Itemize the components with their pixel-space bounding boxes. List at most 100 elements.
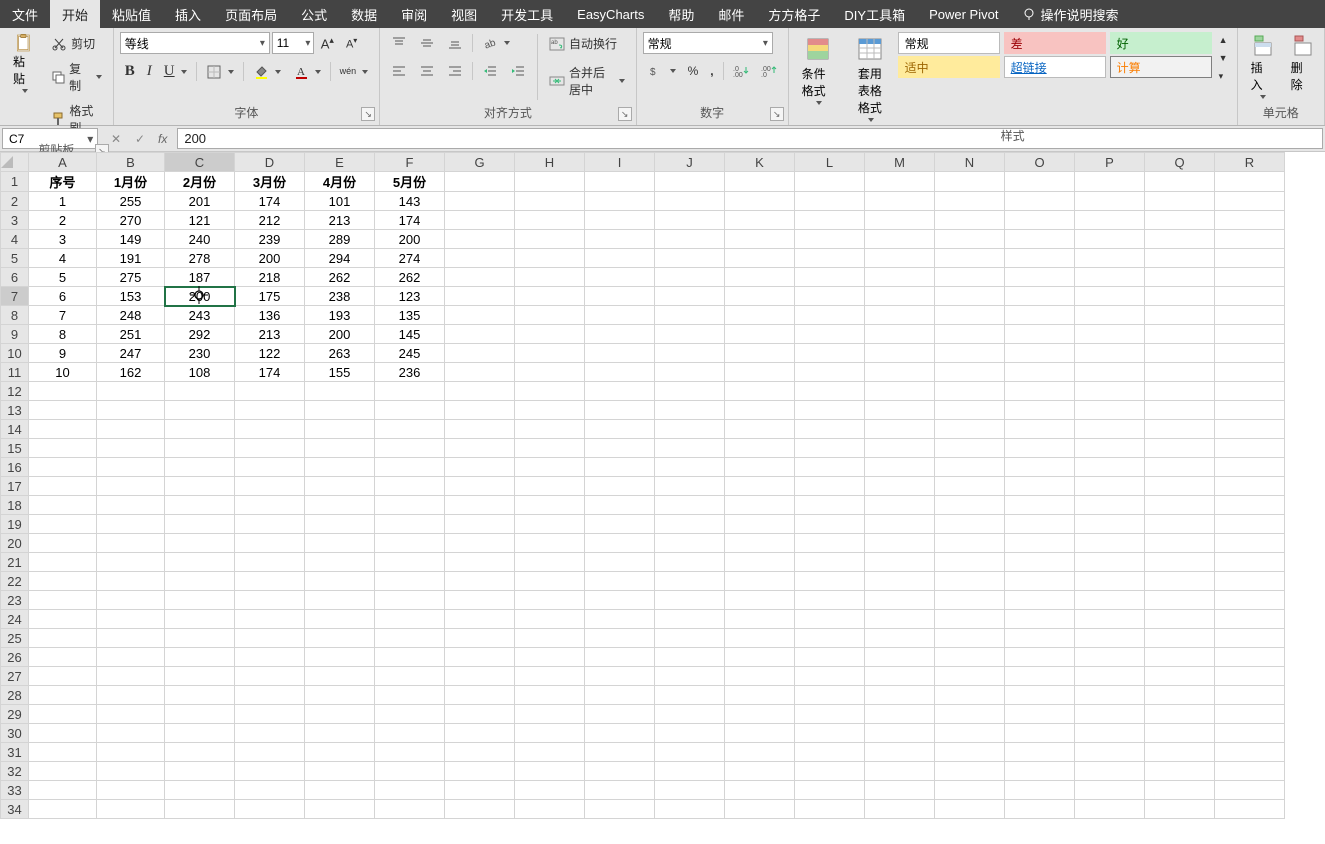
column-header-Q[interactable]: Q xyxy=(1145,153,1215,172)
cell-Q9[interactable] xyxy=(1145,325,1215,344)
row-header-11[interactable]: 11 xyxy=(1,363,29,382)
cell-E26[interactable] xyxy=(305,648,375,667)
font-name-input[interactable] xyxy=(121,36,256,50)
cell-A21[interactable] xyxy=(29,553,97,572)
cell-B31[interactable] xyxy=(97,743,165,762)
tell-me-search[interactable]: 操作说明搜索 xyxy=(1010,0,1130,28)
cell-P3[interactable] xyxy=(1075,211,1145,230)
cell-Q26[interactable] xyxy=(1145,648,1215,667)
cell-M12[interactable] xyxy=(865,382,935,401)
tab-方方格子[interactable]: 方方格子 xyxy=(756,0,832,28)
cell-O16[interactable] xyxy=(1005,458,1075,477)
cell-L9[interactable] xyxy=(795,325,865,344)
cell-O10[interactable] xyxy=(1005,344,1075,363)
column-header-M[interactable]: M xyxy=(865,153,935,172)
cell-J10[interactable] xyxy=(655,344,725,363)
row-header-17[interactable]: 17 xyxy=(1,477,29,496)
cell-M22[interactable] xyxy=(865,572,935,591)
increase-decimal-button[interactable]: .0.00 xyxy=(728,60,754,82)
cell-C32[interactable] xyxy=(165,762,235,781)
cell-G27[interactable] xyxy=(445,667,515,686)
cell-H2[interactable] xyxy=(515,192,585,211)
cell-O1[interactable] xyxy=(1005,172,1075,192)
orientation-button[interactable]: ab xyxy=(477,32,515,54)
cell-K30[interactable] xyxy=(725,724,795,743)
cell-J22[interactable] xyxy=(655,572,725,591)
row-header-22[interactable]: 22 xyxy=(1,572,29,591)
cell-P15[interactable] xyxy=(1075,439,1145,458)
row-header-25[interactable]: 25 xyxy=(1,629,29,648)
cell-N29[interactable] xyxy=(935,705,1005,724)
cell-J25[interactable] xyxy=(655,629,725,648)
cell-C7[interactable]: 200 xyxy=(165,287,235,306)
font-color-button[interactable]: A xyxy=(288,61,326,83)
cell-O25[interactable] xyxy=(1005,629,1075,648)
cell-O2[interactable] xyxy=(1005,192,1075,211)
cell-F33[interactable] xyxy=(375,781,445,800)
cell-O19[interactable] xyxy=(1005,515,1075,534)
cell-F29[interactable] xyxy=(375,705,445,724)
cell-K28[interactable] xyxy=(725,686,795,705)
cell-H10[interactable] xyxy=(515,344,585,363)
cell-K32[interactable] xyxy=(725,762,795,781)
cell-L1[interactable] xyxy=(795,172,865,192)
cell-F12[interactable] xyxy=(375,382,445,401)
cell-Q18[interactable] xyxy=(1145,496,1215,515)
cell-G2[interactable] xyxy=(445,192,515,211)
cell-R18[interactable] xyxy=(1215,496,1285,515)
cell-P23[interactable] xyxy=(1075,591,1145,610)
cell-B10[interactable]: 247 xyxy=(97,344,165,363)
cell-F7[interactable]: 123 xyxy=(375,287,445,306)
cell-A19[interactable] xyxy=(29,515,97,534)
cell-L12[interactable] xyxy=(795,382,865,401)
cell-A15[interactable] xyxy=(29,439,97,458)
cell-E28[interactable] xyxy=(305,686,375,705)
cell-D8[interactable]: 136 xyxy=(235,306,305,325)
cell-B12[interactable] xyxy=(97,382,165,401)
cell-C33[interactable] xyxy=(165,781,235,800)
cell-R33[interactable] xyxy=(1215,781,1285,800)
cell-B7[interactable]: 153 xyxy=(97,287,165,306)
cell-G9[interactable] xyxy=(445,325,515,344)
cell-D14[interactable] xyxy=(235,420,305,439)
cell-O12[interactable] xyxy=(1005,382,1075,401)
delete-cells-button[interactable]: 删除 xyxy=(1284,32,1320,96)
cell-F15[interactable] xyxy=(375,439,445,458)
cell-O26[interactable] xyxy=(1005,648,1075,667)
cell-G15[interactable] xyxy=(445,439,515,458)
spreadsheet-grid[interactable]: ABCDEFGHIJKLMNOPQR1序号1月份2月份3月份4月份5月份2125… xyxy=(0,152,1325,844)
increase-font-button[interactable]: A▴ xyxy=(316,32,339,54)
cell-C4[interactable]: 240 xyxy=(165,230,235,249)
cell-N9[interactable] xyxy=(935,325,1005,344)
cell-J6[interactable] xyxy=(655,268,725,287)
cell-B11[interactable]: 162 xyxy=(97,363,165,382)
cell-M21[interactable] xyxy=(865,553,935,572)
cell-N25[interactable] xyxy=(935,629,1005,648)
cell-O8[interactable] xyxy=(1005,306,1075,325)
cell-J20[interactable] xyxy=(655,534,725,553)
font-name-combo[interactable]: ▾ xyxy=(120,32,270,54)
cell-I22[interactable] xyxy=(585,572,655,591)
row-header-28[interactable]: 28 xyxy=(1,686,29,705)
cell-C13[interactable] xyxy=(165,401,235,420)
cell-F34[interactable] xyxy=(375,800,445,819)
column-header-G[interactable]: G xyxy=(445,153,515,172)
tab-插入[interactable]: 插入 xyxy=(163,0,213,28)
cell-F14[interactable] xyxy=(375,420,445,439)
cell-B16[interactable] xyxy=(97,458,165,477)
row-header-2[interactable]: 2 xyxy=(1,192,29,211)
cell-O17[interactable] xyxy=(1005,477,1075,496)
cell-E7[interactable]: 238 xyxy=(305,287,375,306)
cell-G24[interactable] xyxy=(445,610,515,629)
cell-C27[interactable] xyxy=(165,667,235,686)
cell-N1[interactable] xyxy=(935,172,1005,192)
cell-J26[interactable] xyxy=(655,648,725,667)
cell-A23[interactable] xyxy=(29,591,97,610)
cell-N12[interactable] xyxy=(935,382,1005,401)
cell-O29[interactable] xyxy=(1005,705,1075,724)
cell-E31[interactable] xyxy=(305,743,375,762)
cell-D34[interactable] xyxy=(235,800,305,819)
cell-L13[interactable] xyxy=(795,401,865,420)
cell-P20[interactable] xyxy=(1075,534,1145,553)
cell-D13[interactable] xyxy=(235,401,305,420)
